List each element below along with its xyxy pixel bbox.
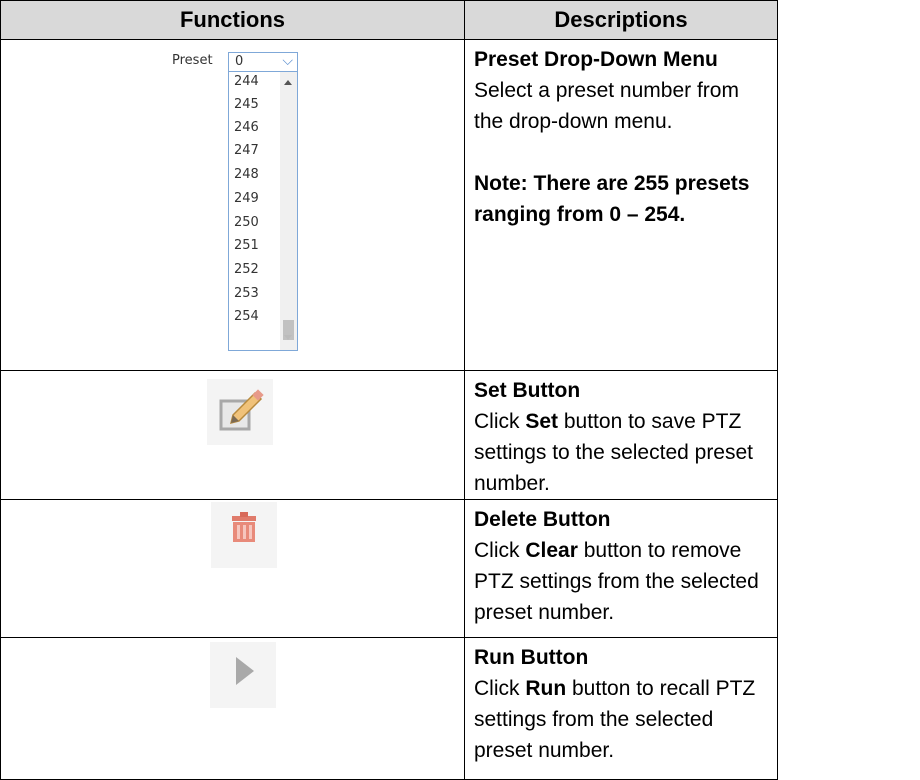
trash-icon [232,512,256,542]
preset-option[interactable]: 253 [234,286,259,301]
preset-select[interactable]: 0 ⌵ [228,52,298,72]
preset-option[interactable]: 244 [234,74,259,89]
preset-option-list[interactable]: 244 245 246 247 248 249 250 251 252 253 … [228,72,298,351]
row-description: Select a preset number from the drop-dow… [474,79,739,133]
text-pre: Click [474,410,526,433]
edit-pencil-icon [219,389,264,431]
preset-option[interactable]: 247 [234,143,259,158]
text-bold: Clear [525,539,578,562]
preset-option[interactable]: 254 [234,309,259,324]
text-pre: Click [474,677,526,700]
header-row: Functions Descriptions [0,0,778,40]
scroll-up-arrow-icon[interactable] [284,80,292,85]
preset-option[interactable]: 251 [234,238,259,253]
row-description: Click Clear button to remove PTZ setting… [474,535,769,628]
row-title: Run Button [474,646,589,669]
table-row: Set Button Click Set button to save PTZ … [0,370,778,500]
function-cell [0,370,465,500]
row-description: Click Run button to recall PTZ settings … [474,673,769,766]
description-cell: Run Button Click Run button to recall PT… [464,637,778,780]
delete-button[interactable] [211,502,277,568]
preset-selected-value: 0 [235,54,244,69]
preset-option[interactable]: 245 [234,97,259,112]
preset-option[interactable]: 246 [234,120,259,135]
text-bold: Run [525,677,567,700]
row-description: Click Set button to save PTZ settings to… [474,406,769,499]
description-cell: Delete Button Click Clear button to remo… [464,499,778,638]
preset-option[interactable]: 248 [234,167,259,182]
row-title: Preset Drop-Down Menu [474,48,718,71]
functions-header: Functions [0,0,465,40]
play-icon [236,657,254,685]
scroll-down-arrow-icon[interactable] [284,335,292,340]
preset-label: Preset [172,53,213,68]
row-title: Delete Button [474,508,611,531]
text-bold: Set [525,410,559,433]
function-cell [0,637,465,780]
preset-option[interactable]: 250 [234,215,259,230]
preset-scrollbar[interactable] [280,72,297,350]
row-title: Set Button [474,379,581,402]
function-cell: Preset 0 ⌵ 244 245 246 247 248 249 250 2… [0,39,465,371]
table-row: Run Button Click Run button to recall PT… [0,637,778,780]
text-pre: Click [474,539,526,562]
description-cell: Preset Drop-Down Menu Select a preset nu… [464,39,778,371]
descriptions-header: Descriptions [464,0,778,40]
description-cell: Set Button Click Set button to save PTZ … [464,370,778,500]
set-button[interactable] [207,379,273,445]
chevron-down-icon: ⌵ [282,53,293,69]
run-button[interactable] [210,642,276,708]
row-note: Note: There are 255 presets ranging from… [474,172,750,226]
functions-table: Functions Descriptions Preset 0 ⌵ 244 24… [0,0,778,780]
preset-option[interactable]: 249 [234,191,259,206]
function-cell [0,499,465,638]
table-row: Preset 0 ⌵ 244 245 246 247 248 249 250 2… [0,39,778,371]
preset-option[interactable]: 252 [234,262,259,277]
table-row: Delete Button Click Clear button to remo… [0,499,778,638]
